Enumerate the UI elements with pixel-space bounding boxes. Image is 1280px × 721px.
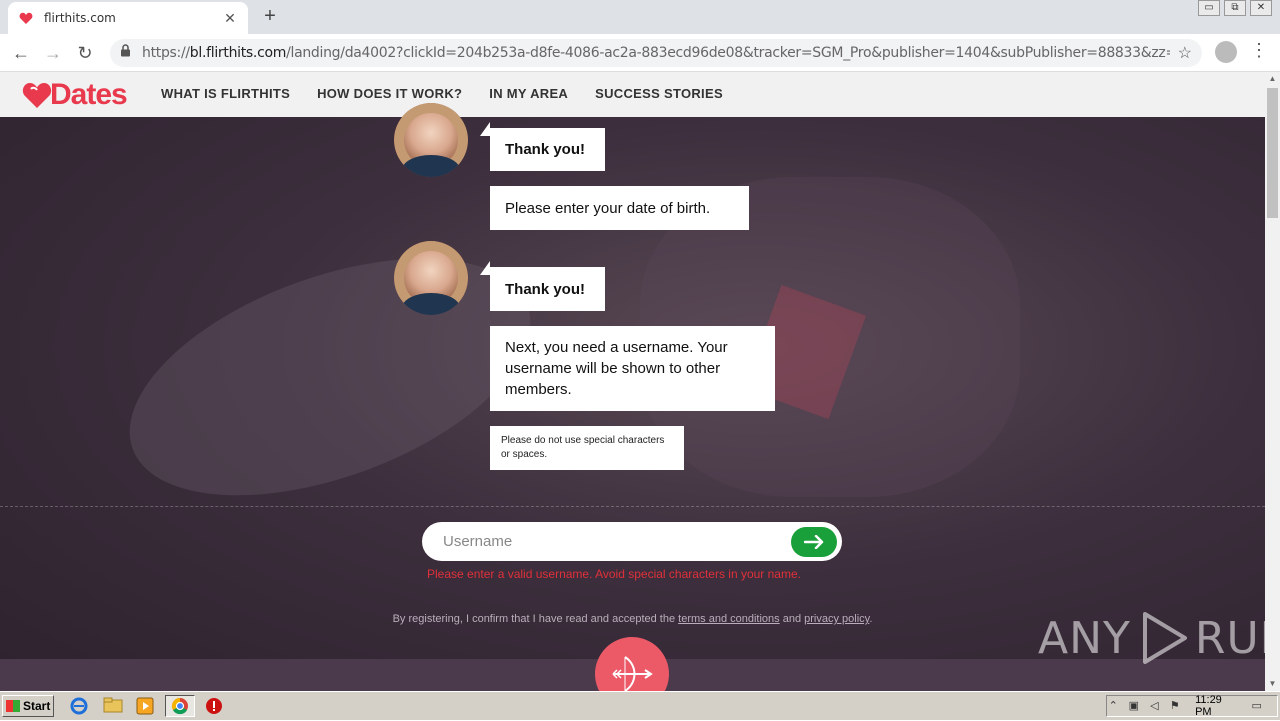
clock[interactable]: 11:29 PM xyxy=(1195,694,1236,718)
chat-message: Next, you need a username. Your username… xyxy=(490,326,775,411)
site-nav: WHAT IS FLIRTHITS HOW DOES IT WORK? IN M… xyxy=(161,86,723,101)
avatar-shirt xyxy=(402,155,460,177)
scrollbar-thumb[interactable] xyxy=(1267,88,1278,218)
start-label: Start xyxy=(23,699,51,713)
scroll-down-icon[interactable]: ▼ xyxy=(1265,677,1280,691)
address-bar[interactable]: https://bl.flirthits.com/landing/da4002?… xyxy=(110,39,1202,67)
volume-icon[interactable]: ◁ xyxy=(1148,699,1161,713)
windows-flag-icon xyxy=(6,700,20,712)
minimize-button[interactable]: ▭ xyxy=(1198,0,1220,16)
nav-in-my-area[interactable]: IN MY AREA xyxy=(489,86,568,101)
bubble-tail xyxy=(480,261,490,275)
system-tray: ⌃ ▣ ◁ ⚑ 11:29 PM ▭ xyxy=(1106,694,1278,718)
terms-text: and xyxy=(779,613,805,625)
bubble-tail xyxy=(480,122,490,136)
username-input[interactable] xyxy=(443,533,791,550)
heart-logo-icon xyxy=(22,81,52,109)
play-logo-icon xyxy=(1142,612,1187,664)
browser-toolbar: ← → ↻ https://bl.flirthits.com/landing/d… xyxy=(0,34,1280,72)
avatar xyxy=(394,241,468,315)
browser-tab-strip: flirthits.com ✕ + ▭ ⧉ ✕ xyxy=(0,0,1280,34)
terms-text: . xyxy=(869,613,873,625)
logo-text: Dates xyxy=(50,78,128,111)
tab-title: flirthits.com xyxy=(44,11,116,25)
lock-icon xyxy=(120,44,134,62)
submit-button[interactable] xyxy=(791,526,837,557)
privacy-link[interactable]: privacy policy xyxy=(804,613,869,625)
url-text: https://bl.flirthits.com/landing/da4002?… xyxy=(142,45,1170,61)
forward-button[interactable]: → xyxy=(42,42,64,64)
heart-favicon-icon xyxy=(18,10,34,26)
username-hint: Please do not use special characters or … xyxy=(490,426,684,470)
arrow-right-icon xyxy=(804,534,824,549)
profile-avatar-icon[interactable] xyxy=(1215,41,1237,63)
reload-button[interactable]: ↻ xyxy=(74,42,96,64)
chat-message: Thank you! xyxy=(490,267,605,311)
page-viewport: Dates WHAT IS FLIRTHITS HOW DOES IT WORK… xyxy=(0,72,1265,691)
nav-success-stories[interactable]: SUCCESS STORIES xyxy=(595,86,723,101)
watermark-text: RUN xyxy=(1194,612,1265,664)
page-scrollbar[interactable]: ▲ ▼ xyxy=(1265,72,1280,691)
close-window-button[interactable]: ✕ xyxy=(1250,0,1272,16)
anyrun-watermark: ANY RUN xyxy=(1038,608,1265,668)
media-player-icon[interactable] xyxy=(136,697,156,715)
username-error: Please enter a valid username. Avoid spe… xyxy=(427,567,801,581)
scroll-up-icon[interactable]: ▲ xyxy=(1265,72,1280,86)
divider xyxy=(0,506,1265,507)
chrome-taskbar-button[interactable] xyxy=(165,695,195,717)
tray-expand-icon[interactable]: ⌃ xyxy=(1107,699,1120,713)
avatar-shirt xyxy=(402,293,460,315)
nav-what-is-flirthits[interactable]: WHAT IS FLIRTHITS xyxy=(161,86,290,101)
chat-message: Please enter your date of birth. xyxy=(490,186,749,230)
windows-taskbar: Start ⌃ ▣ ◁ ⚑ 11:29 PM ▭ xyxy=(0,691,1280,720)
terms-text: By registering, I confirm that I have re… xyxy=(392,613,679,625)
network-icon[interactable]: ▣ xyxy=(1128,699,1141,713)
close-tab-icon[interactable]: ✕ xyxy=(222,10,238,27)
show-desktop-icon[interactable]: ▭ xyxy=(1250,699,1263,713)
browser-tab[interactable]: flirthits.com ✕ xyxy=(8,2,248,34)
chat-message: Thank you! xyxy=(490,128,605,171)
folder-icon[interactable] xyxy=(103,697,123,715)
chrome-icon xyxy=(171,697,188,715)
internet-explorer-icon[interactable] xyxy=(70,697,90,715)
site-header: Dates WHAT IS FLIRTHITS HOW DOES IT WORK… xyxy=(0,72,1265,117)
stop-icon[interactable] xyxy=(205,697,225,715)
avatar xyxy=(394,103,468,177)
bookmark-star-icon[interactable]: ☆ xyxy=(1178,43,1192,63)
site-logo[interactable]: Dates xyxy=(22,78,128,112)
back-button[interactable]: ← xyxy=(10,42,32,64)
nav-how-does-it-work[interactable]: HOW DOES IT WORK? xyxy=(317,86,462,101)
window-controls: ▭ ⧉ ✕ xyxy=(1198,0,1272,16)
terms-link[interactable]: terms and conditions xyxy=(678,613,780,625)
start-button[interactable]: Start xyxy=(2,695,54,717)
action-center-flag-icon[interactable]: ⚑ xyxy=(1169,699,1182,713)
browser-menu-icon[interactable]: ⋮ xyxy=(1250,40,1268,61)
username-field xyxy=(422,522,842,561)
maximize-button[interactable]: ⧉ xyxy=(1224,0,1246,16)
new-tab-button[interactable]: + xyxy=(258,5,282,29)
watermark-text: ANY xyxy=(1038,612,1131,664)
